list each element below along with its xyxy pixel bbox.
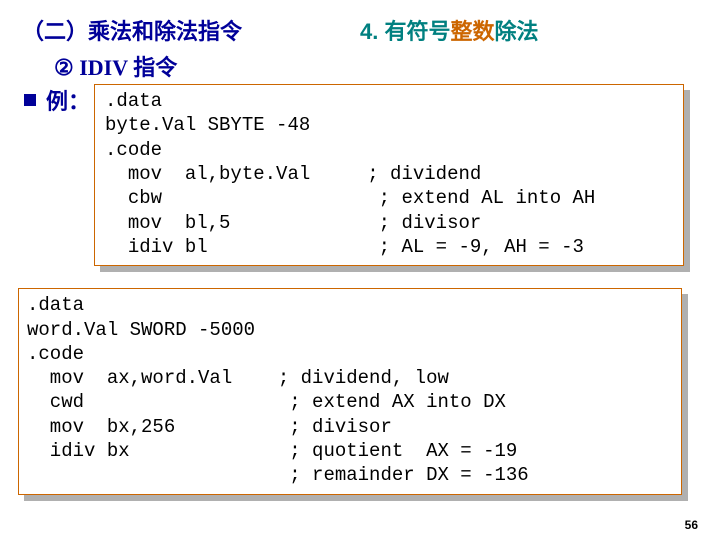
page-number: 56 (685, 518, 698, 532)
subtitle-number: ② (54, 55, 74, 80)
slide-header: （二）乘法和除法指令 ② IDIV 指令 4. 有符号整数除法 (0, 0, 720, 82)
header-left: （二）乘法和除法指令 ② IDIV 指令 (22, 14, 360, 82)
header-right: 4. 有符号整数除法 (360, 14, 698, 82)
subtitle-text: IDIV 指令 (79, 55, 177, 80)
code-box-2-shadow: .data word.Val SWORD -5000 .code mov ax,… (24, 294, 688, 501)
section-title: （二）乘法和除法指令 (22, 14, 360, 46)
bullet-icon (24, 94, 36, 106)
code-box-1: .data byte.Val SBYTE -48 .code mov al,by… (94, 84, 684, 266)
sec-word-c: 除法 (495, 19, 539, 44)
code-box-2-container: .data word.Val SWORD -5000 .code mov ax,… (0, 272, 720, 501)
sec-num: 4. (360, 19, 378, 44)
sec-word-b: 整数 (451, 19, 495, 44)
section-subtitle: ② IDIV 指令 (54, 50, 360, 82)
code-box-1-shadow: .data byte.Val SBYTE -48 .code mov al,by… (100, 90, 690, 272)
sec-word-a: 有符号 (384, 19, 450, 44)
code-box-2: .data word.Val SWORD -5000 .code mov ax,… (18, 288, 682, 495)
example-label: 例： (46, 84, 90, 272)
example-row: 例： .data byte.Val SBYTE -48 .code mov al… (0, 82, 720, 272)
